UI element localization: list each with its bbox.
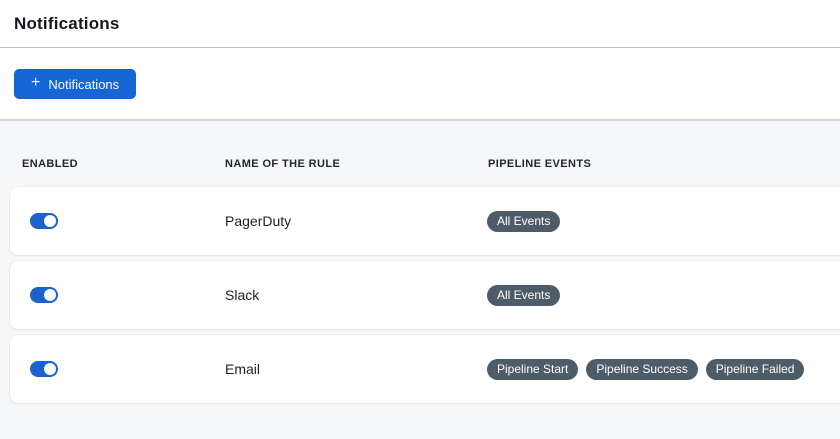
add-notifications-button[interactable]: + Notifications bbox=[14, 69, 136, 99]
toolbar: + Notifications bbox=[0, 48, 840, 119]
enabled-toggle[interactable] bbox=[30, 213, 58, 229]
enabled-cell bbox=[30, 361, 225, 377]
page-header: Notifications bbox=[0, 0, 840, 48]
event-badge: All Events bbox=[487, 285, 560, 306]
enabled-toggle[interactable] bbox=[30, 361, 58, 377]
column-header-pipeline-events: PIPELINE EVENTS bbox=[488, 158, 840, 170]
table-row: Email Pipeline Start Pipeline Success Pi… bbox=[10, 335, 840, 403]
rule-name: PagerDuty bbox=[225, 213, 487, 229]
event-badge: Pipeline Success bbox=[586, 359, 697, 380]
notifications-table: ENABLED NAME OF THE RULE PIPELINE EVENTS… bbox=[0, 119, 840, 439]
pipeline-events-cell: Pipeline Start Pipeline Success Pipeline… bbox=[487, 359, 840, 380]
enabled-toggle[interactable] bbox=[30, 287, 58, 303]
event-badge: Pipeline Start bbox=[487, 359, 578, 380]
rule-name: Slack bbox=[225, 287, 487, 303]
pipeline-events-cell: All Events bbox=[487, 285, 840, 306]
toggle-knob bbox=[44, 215, 56, 227]
column-header-name-of-the-rule: NAME OF THE RULE bbox=[225, 158, 488, 170]
toggle-knob bbox=[44, 289, 56, 301]
table-header: ENABLED NAME OF THE RULE PIPELINE EVENTS bbox=[0, 121, 840, 187]
page-title: Notifications bbox=[14, 14, 120, 34]
event-badge: Pipeline Failed bbox=[706, 359, 805, 380]
table-row: PagerDuty All Events bbox=[10, 187, 840, 255]
table-row: Slack All Events bbox=[10, 261, 840, 329]
toggle-knob bbox=[44, 363, 56, 375]
event-badge: All Events bbox=[487, 211, 560, 232]
enabled-cell bbox=[30, 287, 225, 303]
add-notifications-button-label: Notifications bbox=[48, 77, 119, 92]
pipeline-events-cell: All Events bbox=[487, 211, 840, 232]
rule-name: Email bbox=[225, 361, 487, 377]
column-header-enabled: ENABLED bbox=[22, 158, 225, 170]
plus-icon: + bbox=[31, 75, 40, 91]
enabled-cell bbox=[30, 213, 225, 229]
